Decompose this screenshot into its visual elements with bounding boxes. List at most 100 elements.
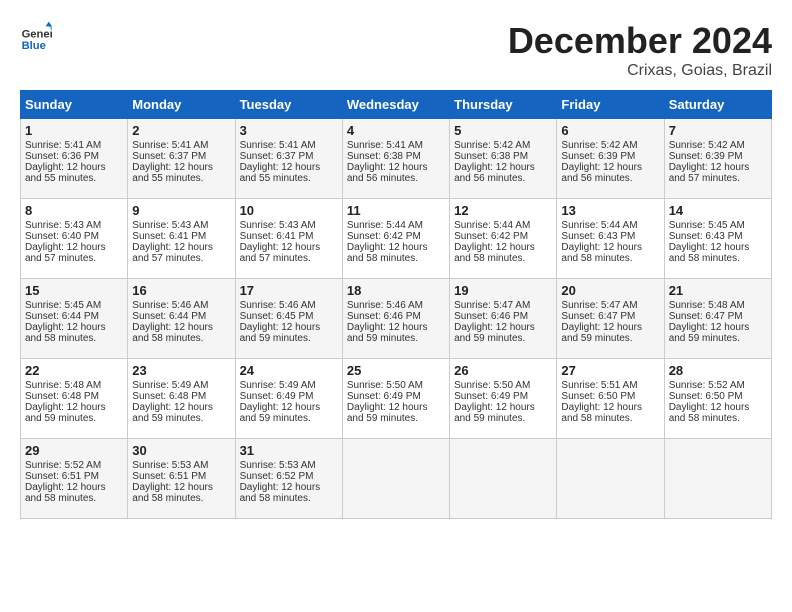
sunset: Sunset: 6:40 PM xyxy=(25,231,99,242)
sunset: Sunset: 6:38 PM xyxy=(454,151,528,162)
calendar-cell: 10Sunrise: 5:43 AMSunset: 6:41 PMDayligh… xyxy=(235,199,342,279)
calendar-cell: 15Sunrise: 5:45 AMSunset: 6:44 PMDayligh… xyxy=(21,279,128,359)
header-monday: Monday xyxy=(128,91,235,119)
day-number: 31 xyxy=(240,443,338,458)
calendar-cell: 17Sunrise: 5:46 AMSunset: 6:45 PMDayligh… xyxy=(235,279,342,359)
daylight: Daylight: 12 hours and 56 minutes. xyxy=(561,162,642,184)
daylight: Daylight: 12 hours and 55 minutes. xyxy=(25,162,106,184)
sunset: Sunset: 6:50 PM xyxy=(669,391,743,402)
daylight: Daylight: 12 hours and 58 minutes. xyxy=(25,482,106,504)
calendar-header-row: SundayMondayTuesdayWednesdayThursdayFrid… xyxy=(21,91,772,119)
calendar-cell: 14Sunrise: 5:45 AMSunset: 6:43 PMDayligh… xyxy=(664,199,771,279)
svg-text:Blue: Blue xyxy=(22,40,46,52)
sunset: Sunset: 6:46 PM xyxy=(347,311,421,322)
day-number: 5 xyxy=(454,123,552,138)
week-row-2: 8 Sunrise: 5:43 AM Sunset: 6:40 PM Daylight… xyxy=(21,199,772,279)
sunset: Sunset: 6:51 PM xyxy=(25,471,99,482)
sunrise: Sunrise: 5:52 AM xyxy=(669,380,745,391)
daylight: Daylight: 12 hours and 58 minutes. xyxy=(561,402,642,424)
sunset: Sunset: 6:44 PM xyxy=(25,311,99,322)
sunrise: Sunrise: 5:45 AM xyxy=(25,300,101,311)
day-number: 13 xyxy=(561,203,659,218)
month-title: December 2024 xyxy=(508,20,772,62)
sunset: Sunset: 6:43 PM xyxy=(669,231,743,242)
day-number: 10 xyxy=(240,203,338,218)
sunrise: Sunrise: 5:48 AM xyxy=(25,380,101,391)
sunrise: Sunrise: 5:43 AM xyxy=(132,220,208,231)
sunrise: Sunrise: 5:53 AM xyxy=(132,460,208,471)
sunrise: Sunrise: 5:52 AM xyxy=(25,460,101,471)
calendar-cell: 22Sunrise: 5:48 AMSunset: 6:48 PMDayligh… xyxy=(21,359,128,439)
day-number: 27 xyxy=(561,363,659,378)
calendar-cell xyxy=(557,439,664,519)
daylight: Daylight: 12 hours and 58 minutes. xyxy=(669,242,750,264)
day-number: 14 xyxy=(669,203,767,218)
daylight: Daylight: 12 hours and 59 minutes. xyxy=(25,402,106,424)
sunrise: Sunrise: 5:41 AM xyxy=(347,140,423,151)
calendar-cell: 21Sunrise: 5:48 AMSunset: 6:47 PMDayligh… xyxy=(664,279,771,359)
daylight: Daylight: 12 hours and 59 minutes. xyxy=(561,322,642,344)
header-thursday: Thursday xyxy=(450,91,557,119)
day-number: 24 xyxy=(240,363,338,378)
sunset: Sunset: 6:41 PM xyxy=(132,231,206,242)
calendar-cell: 26Sunrise: 5:50 AMSunset: 6:49 PMDayligh… xyxy=(450,359,557,439)
sunset: Sunset: 6:38 PM xyxy=(347,151,421,162)
day-number: 8 xyxy=(25,203,123,218)
sunset: Sunset: 6:47 PM xyxy=(669,311,743,322)
calendar-cell: 2Sunrise: 5:41 AMSunset: 6:37 PMDaylight… xyxy=(128,119,235,199)
header-sunday: Sunday xyxy=(21,91,128,119)
sunrise: Sunrise: 5:47 AM xyxy=(561,300,637,311)
calendar-cell: 30Sunrise: 5:53 AMSunset: 6:51 PMDayligh… xyxy=(128,439,235,519)
sunset: Sunset: 6:51 PM xyxy=(132,471,206,482)
day-number: 29 xyxy=(25,443,123,458)
daylight: Daylight: 12 hours and 59 minutes. xyxy=(454,402,535,424)
calendar-cell: 3Sunrise: 5:41 AMSunset: 6:37 PMDaylight… xyxy=(235,119,342,199)
day-number: 7 xyxy=(669,123,767,138)
calendar-cell: 25Sunrise: 5:50 AMSunset: 6:49 PMDayligh… xyxy=(342,359,449,439)
day-number: 20 xyxy=(561,283,659,298)
calendar-table: SundayMondayTuesdayWednesdayThursdayFrid… xyxy=(20,90,772,519)
sunrise: Sunrise: 5:42 AM xyxy=(454,140,530,151)
sunrise: Sunrise: 5:51 AM xyxy=(561,380,637,391)
sunset: Sunset: 6:49 PM xyxy=(347,391,421,402)
calendar-cell: 9Sunrise: 5:43 AMSunset: 6:41 PMDaylight… xyxy=(128,199,235,279)
calendar-cell: 31Sunrise: 5:53 AMSunset: 6:52 PMDayligh… xyxy=(235,439,342,519)
sunrise: Sunrise: 5:42 AM xyxy=(669,140,745,151)
calendar-cell xyxy=(664,439,771,519)
day-number: 30 xyxy=(132,443,230,458)
day-number: 12 xyxy=(454,203,552,218)
day-number: 11 xyxy=(347,203,445,218)
calendar-cell: 23Sunrise: 5:49 AMSunset: 6:48 PMDayligh… xyxy=(128,359,235,439)
day-number: 19 xyxy=(454,283,552,298)
day-number: 9 xyxy=(132,203,230,218)
calendar-cell: 7Sunrise: 5:42 AMSunset: 6:39 PMDaylight… xyxy=(664,119,771,199)
calendar-cell: 29 Sunrise: 5:52 AMSunset: 6:51 PMDayligh… xyxy=(21,439,128,519)
sunrise: Sunrise: 5:41 AM xyxy=(25,140,101,151)
calendar-cell: 11Sunrise: 5:44 AMSunset: 6:42 PMDayligh… xyxy=(342,199,449,279)
sunrise: Sunrise: 5:46 AM xyxy=(132,300,208,311)
sunset: Sunset: 6:39 PM xyxy=(561,151,635,162)
sunset: Sunset: 6:46 PM xyxy=(454,311,528,322)
day-number: 26 xyxy=(454,363,552,378)
day-number: 28 xyxy=(669,363,767,378)
calendar-cell: 1 Sunrise: 5:41 AMSunset: 6:36 PMDaylight… xyxy=(21,119,128,199)
calendar-cell: 16Sunrise: 5:46 AMSunset: 6:44 PMDayligh… xyxy=(128,279,235,359)
sunset: Sunset: 6:36 PM xyxy=(25,151,99,162)
calendar-cell: 4Sunrise: 5:41 AMSunset: 6:38 PMDaylight… xyxy=(342,119,449,199)
sunrise: Sunrise: 5:43 AM xyxy=(240,220,316,231)
sunrise: Sunrise: 5:44 AM xyxy=(347,220,423,231)
day-number: 22 xyxy=(25,363,123,378)
daylight: Daylight: 12 hours and 56 minutes. xyxy=(347,162,428,184)
daylight: Daylight: 12 hours and 55 minutes. xyxy=(132,162,213,184)
daylight: Daylight: 12 hours and 59 minutes. xyxy=(240,402,321,424)
sunset: Sunset: 6:37 PM xyxy=(240,151,314,162)
day-number: 23 xyxy=(132,363,230,378)
day-number: 1 xyxy=(25,123,123,138)
week-row-5: 29Sunrise: 5:52 AMSunset: 6:51 PMDayligh… xyxy=(21,439,772,519)
week-row-3: 15 Sunrise: 5:45 AMSunset: 6:44 PM Dayligh… xyxy=(21,279,772,359)
day-number: 2 xyxy=(132,123,230,138)
calendar-cell: 24Sunrise: 5:49 AMSunset: 6:49 PMDayligh… xyxy=(235,359,342,439)
calendar-cell: 28Sunrise: 5:52 AMSunset: 6:50 PMDayligh… xyxy=(664,359,771,439)
day-number: 15 xyxy=(25,283,123,298)
sunset: Sunset: 6:50 PM xyxy=(561,391,635,402)
